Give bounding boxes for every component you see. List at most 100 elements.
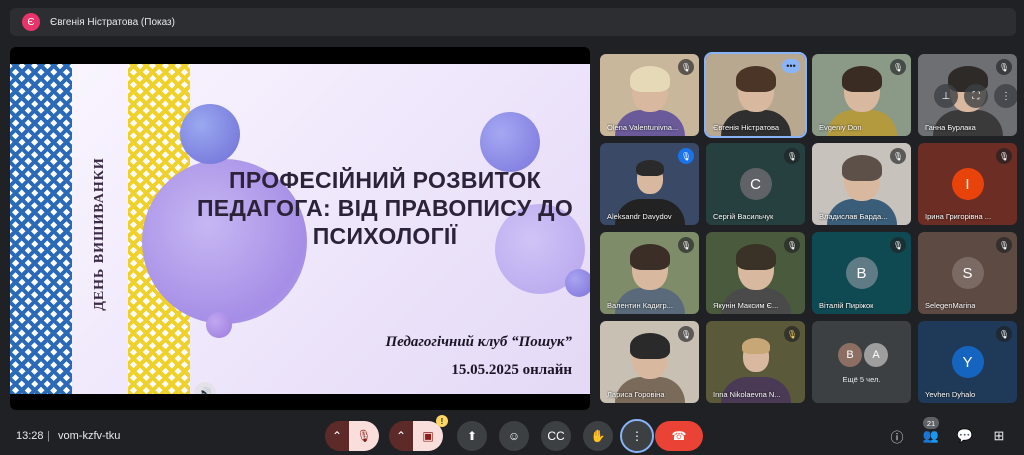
- participant-tile[interactable]: 🎙 Владислав Барда...: [812, 143, 911, 225]
- mic-muted-icon: 🎙: [996, 326, 1012, 342]
- participant-hair: [629, 65, 670, 92]
- participant-tile[interactable]: С 🎙 Сергій Васильчук: [706, 143, 805, 225]
- participant-tile[interactable]: 🎙 Валентин Кадигр...: [600, 232, 699, 314]
- participant-name: Aleksandr Davydov: [607, 212, 672, 221]
- participant-hair: [629, 332, 670, 359]
- more-options-icon[interactable]: ⋮: [994, 84, 1017, 108]
- mic-muted-icon: 🎙: [678, 148, 694, 164]
- captions-icon[interactable]: CC: [541, 421, 571, 451]
- presentation-stage[interactable]: ДЕНЬ ВИШИВАНКИ ПРОФЕСІЙНИЙ РОЗВИТОК ПЕДА…: [10, 47, 590, 410]
- camera-control: ⌃ ▣: [389, 421, 443, 451]
- participant-name: Yevhen Dyhalo: [925, 390, 976, 399]
- mic-muted-icon: 🎙: [678, 237, 694, 253]
- participant-tile[interactable]: ••• Євгенія Ністратова: [704, 52, 807, 138]
- hidden-participant-avatar: B: [838, 343, 862, 367]
- pin-icon[interactable]: ⊥: [934, 84, 958, 108]
- participant-tile[interactable]: І 🎙 Ірина Григорівна ...: [918, 143, 1017, 225]
- emoji-control: ☺: [499, 421, 529, 451]
- emoji-icon[interactable]: ☺: [499, 421, 529, 451]
- participant-avatar: І: [951, 168, 984, 200]
- participant-tile[interactable]: 🎙 ⊥ ⛶ ⋮ Ганна Бурлака: [918, 54, 1017, 136]
- participant-name: Євгенія Ністратова: [713, 123, 780, 132]
- participant-tile[interactable]: 🎙 Якунін Максим Є...: [706, 232, 805, 314]
- more-options-control: ⋮: [620, 419, 654, 453]
- raise-hand-icon[interactable]: ✋: [583, 421, 613, 451]
- participant-tile[interactable]: Y 🎙 Yevhen Dyhalo: [918, 321, 1017, 403]
- participant-name: Ірина Григорівна ...: [925, 212, 992, 221]
- end-call-icon[interactable]: ☎: [655, 421, 703, 451]
- more-options-icon[interactable]: •••: [782, 59, 800, 73]
- participant-avatar: S: [951, 257, 984, 289]
- speaker-icon[interactable]: 🔊: [194, 382, 216, 394]
- participant-name: Віталій Пиріжок: [819, 301, 874, 310]
- participant-tile[interactable]: B A Ещё 5 чел.: [812, 321, 911, 403]
- participant-name: SelegenMarina: [925, 301, 976, 310]
- slide-date: 15.05.2025 онлайн: [451, 362, 572, 378]
- participant-hair: [841, 65, 882, 92]
- slide-vertical-text-box: ДЕНЬ ВИШИВАНКИ: [76, 124, 124, 344]
- camera-options-button[interactable]: ⌃: [389, 421, 413, 451]
- decor-circle: [206, 312, 232, 338]
- decor-circle: [480, 112, 540, 172]
- raise-hand-control: ✋: [583, 421, 613, 451]
- participant-tile[interactable]: В 🎙 Віталій Пиріжок: [812, 232, 911, 314]
- tile-hover-controls: ⊥ ⛶ ⋮: [934, 84, 1017, 108]
- presenter-avatar: Є: [22, 13, 40, 31]
- embroidery-blue-pattern: [10, 64, 72, 394]
- mic-muted-icon: 🎙: [890, 148, 906, 164]
- captions-control: CC: [541, 421, 571, 451]
- participant-hair: [741, 337, 770, 354]
- participant-hair: [735, 65, 776, 92]
- bottom-bar: 13:28 | vom-kzfv-tku ⌃ 🎙 ⌃ ▣ ! ⬆ ☺ CC ✋ …: [0, 415, 1024, 455]
- slide-vertical-text: ДЕНЬ ВИШИВАНКИ: [92, 157, 108, 311]
- participant-avatar: Y: [951, 346, 984, 378]
- people-icon[interactable]: 👥 21: [916, 417, 946, 451]
- participant-tile[interactable]: 🎙 Лариса Горовіна: [600, 321, 699, 403]
- participant-grid: 🎙 Olena Valentunivna... ••• Євгенія Ністрат…: [600, 52, 1018, 404]
- present-control: ⬆: [457, 421, 487, 451]
- slide: ДЕНЬ ВИШИВАНКИ ПРОФЕСІЙНИЙ РОЗВИТОК ПЕДА…: [10, 64, 590, 394]
- clock: 13:28: [16, 430, 44, 442]
- end-call-control: ☎: [655, 421, 703, 451]
- participant-tile[interactable]: 🎙 Olena Valentunivna...: [600, 54, 699, 136]
- participant-name: Валентин Кадигр...: [607, 301, 673, 310]
- mic-off-icon[interactable]: 🎙: [349, 421, 379, 451]
- slide-club: Педагогічний клуб “Пошук”: [385, 334, 573, 350]
- hidden-participant-avatar: A: [864, 343, 888, 367]
- mic-muted-icon: 🎙: [996, 148, 1012, 164]
- presenter-label: Євгенія Ністратова (Показ): [50, 16, 175, 28]
- participant-name: Якунін Максим Є...: [713, 301, 779, 310]
- participant-hair: [735, 243, 776, 270]
- mic-muted-icon: 🎙: [678, 59, 694, 75]
- meeting-code: vom-kzfv-tku: [58, 430, 121, 442]
- participant-name: Лариса Горовіна: [607, 390, 665, 399]
- mic-muted-icon: 🎙: [784, 237, 800, 253]
- participant-count-badge: 21: [923, 417, 939, 429]
- warning-icon: !: [436, 415, 448, 427]
- separator: |: [47, 430, 50, 442]
- presentation-header: Є Євгенія Ністратова (Показ): [10, 8, 1016, 36]
- participant-name: Evgeniy Don: [819, 123, 862, 132]
- present-screen-icon[interactable]: ⬆: [457, 421, 487, 451]
- chat-icon[interactable]: 💬: [950, 421, 980, 451]
- participant-avatar: С: [739, 168, 772, 200]
- mic-muted-icon: 🎙: [996, 237, 1012, 253]
- participant-name: Сергій Васильчук: [713, 212, 774, 221]
- more-options-icon[interactable]: ⋮: [620, 419, 654, 453]
- mic-muted-icon: 🎙: [784, 326, 800, 342]
- decor-circle: [180, 104, 240, 164]
- mic-control: ⌃ 🎙: [325, 421, 379, 451]
- more-participants-label: Ещё 5 чел.: [842, 375, 881, 384]
- participant-name: Inna Nikolaevna N...: [713, 390, 781, 399]
- participant-name: Olena Valentunivna...: [607, 123, 679, 132]
- info-icon[interactable]: ⓘ: [882, 421, 912, 451]
- participant-tile[interactable]: 🎙 Aleksandr Davydov: [600, 143, 699, 225]
- fullscreen-icon[interactable]: ⛶: [964, 84, 988, 108]
- participant-tile[interactable]: 🎙 Evgeniy Don: [812, 54, 911, 136]
- activities-icon[interactable]: ⊞: [984, 421, 1014, 451]
- participant-hair: [841, 154, 882, 181]
- mic-options-button[interactable]: ⌃: [325, 421, 349, 451]
- participant-tile[interactable]: 🎙 Inna Nikolaevna N...: [706, 321, 805, 403]
- participant-tile[interactable]: S 🎙 SelegenMarina: [918, 232, 1017, 314]
- mic-muted-icon: 🎙: [890, 59, 906, 75]
